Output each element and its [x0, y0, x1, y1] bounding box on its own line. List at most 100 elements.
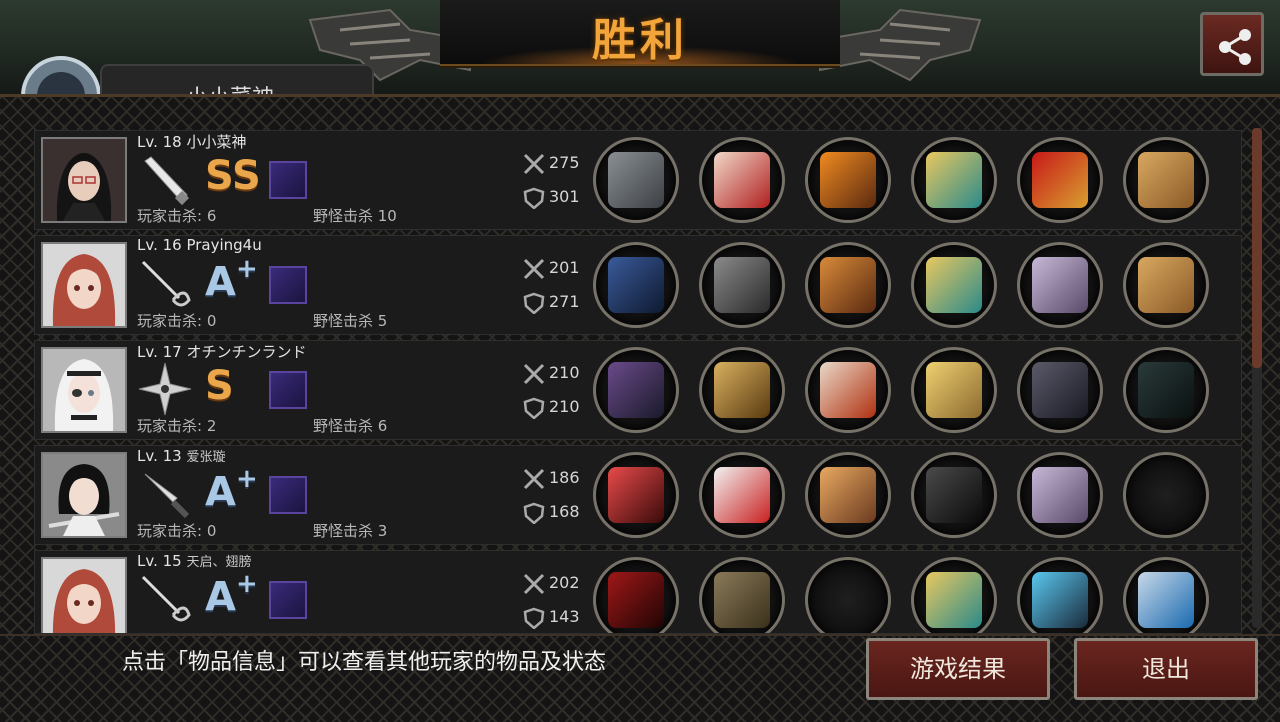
player-level-name: Lv. 17 オチンチンランド [137, 343, 307, 361]
grape-gloves-icon[interactable] [805, 452, 891, 538]
rank-grade-badge: A+ [205, 464, 258, 518]
player-level: Lv. 15 [137, 552, 187, 570]
grade-plus: + [235, 464, 258, 494]
shield-icon [523, 397, 545, 419]
monster-kills: 野怪击杀 5 [313, 312, 388, 330]
crimson-spear-icon[interactable] [593, 557, 679, 633]
shield-icon [523, 502, 545, 524]
scrollbar-thumb[interactable] [1252, 128, 1262, 368]
rank-grade-badge: A+ [205, 254, 258, 308]
winged-tiara-icon[interactable] [699, 137, 785, 223]
crossed-swords-icon [523, 468, 545, 490]
avatar [41, 242, 127, 328]
blue-gem-ring-icon[interactable] [1123, 557, 1209, 633]
defense-value: 210 [549, 397, 580, 416]
purple-boots-icon[interactable] [1017, 242, 1103, 328]
purple-boots-icon[interactable] [1017, 452, 1103, 538]
scope-icon[interactable] [1123, 347, 1209, 433]
soul-cube-icon [269, 161, 307, 199]
player-kills: 玩家击杀: 2 [137, 417, 217, 435]
motocross-helmet-icon[interactable] [699, 452, 785, 538]
rank-grade-badge: A+ [205, 569, 258, 623]
title-plate: 胜利 [440, 0, 840, 66]
grade-letter: A [205, 574, 236, 621]
rapier-icon [141, 575, 191, 622]
gold-helmet-icon[interactable] [699, 347, 785, 433]
soul-cube-icon [269, 581, 307, 619]
crossed-swords-icon [523, 573, 545, 595]
player-level: Lv. 13 [137, 447, 187, 465]
flaming-armor-icon[interactable] [805, 137, 891, 223]
player-level-name: Lv. 18 小小菜神 [137, 133, 247, 151]
attack-value: 201 [549, 258, 580, 277]
shield-icon [523, 607, 545, 629]
crossed-swords-icon [523, 363, 545, 385]
monster-kills: 野怪击杀 6 [313, 417, 388, 435]
attack-value: 210 [549, 363, 580, 382]
share-button[interactable] [1200, 12, 1264, 76]
defense-value: 301 [549, 187, 580, 206]
player-row[interactable]: Lv. 17 オチンチンランド S 玩家击杀: 2 野怪击杀 6 210 210 [34, 340, 1242, 440]
player-row[interactable]: Lv. 16 Praying4u A+ 玩家击杀: 0 野怪击杀 5 201 2… [34, 235, 1242, 335]
empty-slot[interactable] [1123, 452, 1209, 538]
red-sword-icon[interactable] [593, 452, 679, 538]
rank-emblem-icon [18, 56, 104, 96]
shield-icon [523, 292, 545, 314]
monster-kills: 野怪击杀 3 [313, 522, 388, 540]
exit-button[interactable]: 退出 [1074, 638, 1258, 700]
soul-cube-icon [269, 266, 307, 304]
game-result-button[interactable]: 游戏结果 [866, 638, 1050, 700]
bronze-armor-icon[interactable] [805, 242, 891, 328]
shuriken-icon [138, 362, 192, 416]
player-name-tab: 小小菜神 [100, 64, 374, 98]
avatar [41, 557, 127, 633]
grade-letter: A [205, 469, 236, 516]
gold-bracelet-icon[interactable] [911, 557, 997, 633]
scrollbar[interactable] [1252, 128, 1262, 628]
player-name: 天启、翅膀 [186, 555, 252, 570]
avatar [41, 452, 127, 538]
soul-cube-icon [269, 476, 307, 514]
rank-grade-badge: SS [205, 153, 261, 199]
player-kills: 玩家击杀: 0 [137, 522, 217, 540]
victory-title: 胜利 [592, 15, 688, 66]
player-kills: 玩家击杀: 0 [137, 312, 217, 330]
attack-value: 275 [549, 153, 580, 172]
attack-value: 186 [549, 468, 580, 487]
boomerang-icon[interactable] [593, 347, 679, 433]
avatar [41, 347, 127, 433]
dark-gauntlet-icon[interactable] [1017, 347, 1103, 433]
cat-box-icon[interactable] [1123, 242, 1209, 328]
trident-spear-icon[interactable] [593, 242, 679, 328]
cat-box-icon[interactable] [1123, 137, 1209, 223]
shield-icon [523, 187, 545, 209]
player-row[interactable]: Lv. 18 小小菜神 SS 玩家击杀: 6 野怪击杀 10 275 301 [34, 130, 1242, 230]
soul-cube-icon [269, 371, 307, 409]
empty-slot[interactable] [805, 557, 891, 633]
player-level-name: Lv. 16 Praying4u [137, 236, 262, 254]
crossed-swords-icon [523, 153, 545, 175]
player-name: 爱张璇 [186, 450, 226, 465]
rapier-icon [141, 260, 191, 307]
player-kills: 玩家击杀: 6 [137, 207, 217, 225]
fur-armor-icon[interactable] [805, 347, 891, 433]
grade-letter: A [205, 259, 236, 306]
knife-icon [144, 473, 190, 519]
army-helmet-icon[interactable] [699, 557, 785, 633]
chainsaw-sword-icon[interactable] [593, 137, 679, 223]
defense-value: 271 [549, 292, 580, 311]
gold-shield-icon[interactable] [911, 347, 997, 433]
blue-sneakers-icon[interactable] [1017, 557, 1103, 633]
red-heels-icon[interactable] [1017, 137, 1103, 223]
black-bracer-icon[interactable] [911, 452, 997, 538]
avatar [41, 137, 127, 223]
monster-kills: 野怪击杀 10 [313, 207, 397, 225]
share-icon [1219, 29, 1251, 65]
player-row[interactable]: Lv. 13 爱张璇 A+ 玩家击杀: 0 野怪击杀 3 186 168 [34, 445, 1242, 545]
gold-bracelet-icon[interactable] [911, 137, 997, 223]
player-row[interactable]: Lv. 15 天启、翅膀 A+ 202 143 [34, 550, 1242, 634]
knight-helmet-icon[interactable] [699, 242, 785, 328]
gold-bracelet-icon[interactable] [911, 242, 997, 328]
crossed-swords-icon [523, 258, 545, 280]
bat-icon [144, 156, 190, 206]
